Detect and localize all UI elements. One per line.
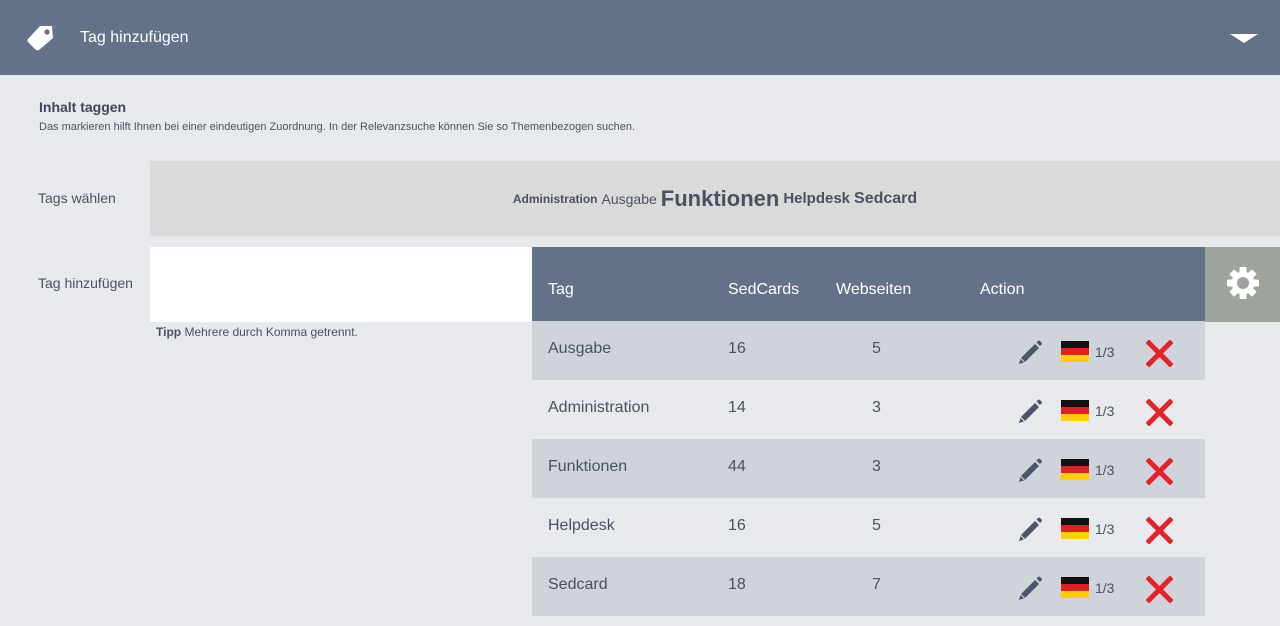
panel-title: Tag hinzufügen xyxy=(80,29,189,46)
cloud-tag-ausgabe[interactable]: Ausgabe xyxy=(602,191,657,207)
delete-x-icon[interactable] xyxy=(1146,458,1173,485)
tip-text: Tipp Mehrere durch Komma getrennt. xyxy=(156,325,358,339)
pencil-icon[interactable] xyxy=(1016,338,1044,366)
table-row: Helpdesk 16 5 1/3 xyxy=(532,498,1205,557)
cell-webseiten: 5 xyxy=(872,517,881,534)
language-count: 1/3 xyxy=(1095,403,1115,419)
settings-button[interactable] xyxy=(1205,247,1280,322)
table-row: Sedcard 18 7 1/3 xyxy=(532,557,1205,616)
pencil-icon[interactable] xyxy=(1016,456,1044,484)
language-count: 1/3 xyxy=(1095,462,1115,478)
section-description: Das markieren hilft Ihnen bei einer eind… xyxy=(39,121,636,133)
table-row: Ausgabe 16 5 1/3 xyxy=(532,321,1205,380)
pencil-icon[interactable] xyxy=(1016,397,1044,425)
cell-tag: Sedcard xyxy=(548,576,608,593)
table-header: Tag SedCards Webseiten Action xyxy=(532,247,1205,321)
table-row: Funktionen 44 3 1/3 xyxy=(532,439,1205,498)
cell-sedcards: 14 xyxy=(728,399,746,416)
col-sedcards-header: SedCards xyxy=(728,281,800,298)
german-flag-icon[interactable] xyxy=(1061,459,1089,480)
add-tag-label: Tag hinzufügen xyxy=(38,275,133,291)
pencil-icon[interactable] xyxy=(1016,515,1044,543)
cell-webseiten: 3 xyxy=(872,399,881,416)
language-count: 1/3 xyxy=(1095,580,1115,596)
cloud-tag-administration[interactable]: Administration xyxy=(513,192,598,206)
section-title: Inhalt taggen xyxy=(39,99,127,115)
cell-sedcards: 44 xyxy=(728,458,746,475)
tip-body: Mehrere durch Komma getrennt. xyxy=(181,325,358,339)
choose-tags-label: Tags wählen xyxy=(38,190,116,206)
cell-sedcards: 18 xyxy=(728,576,746,593)
delete-x-icon[interactable] xyxy=(1146,399,1173,426)
cell-sedcards: 16 xyxy=(728,340,746,357)
panel-header: Tag hinzufügen xyxy=(0,0,1280,75)
german-flag-icon[interactable] xyxy=(1061,341,1089,362)
cell-webseiten: 7 xyxy=(872,576,881,593)
cell-sedcards: 16 xyxy=(728,517,746,534)
cell-tag: Helpdesk xyxy=(548,517,615,534)
german-flag-icon[interactable] xyxy=(1061,518,1089,539)
delete-x-icon[interactable] xyxy=(1146,576,1173,603)
caret-down-icon[interactable] xyxy=(1230,34,1258,43)
cell-tag: Funktionen xyxy=(548,458,628,475)
german-flag-icon[interactable] xyxy=(1061,577,1089,598)
german-flag-icon[interactable] xyxy=(1061,400,1089,421)
cloud-tag-helpdesk[interactable]: Helpdesk xyxy=(783,190,850,207)
language-count: 1/3 xyxy=(1095,344,1115,360)
cell-webseiten: 3 xyxy=(872,458,881,475)
col-tag-header: Tag xyxy=(548,281,574,298)
add-tag-input[interactable] xyxy=(150,247,532,322)
col-action-header: Action xyxy=(980,281,1025,298)
pencil-icon[interactable] xyxy=(1016,574,1044,602)
cell-webseiten: 5 xyxy=(872,340,881,357)
language-count: 1/3 xyxy=(1095,521,1115,537)
cell-tag: Ausgabe xyxy=(548,340,612,357)
gear-icon xyxy=(1227,267,1259,299)
cell-tag: Administration xyxy=(548,399,650,416)
tags-table: Tag SedCards Webseiten Action Ausgabe 16 5… xyxy=(532,247,1205,616)
delete-x-icon[interactable] xyxy=(1146,517,1173,544)
tip-label: Tipp xyxy=(156,325,182,339)
cloud-tag-sedcard[interactable]: Sedcard xyxy=(854,190,917,208)
tag-icon xyxy=(27,26,53,51)
cloud-tag-funktionen[interactable]: Funktionen xyxy=(661,186,780,212)
table-row: Administration 14 3 1/3 xyxy=(532,380,1205,439)
tag-cloud: Administration Ausgabe Funktionen Helpde… xyxy=(150,161,1280,236)
delete-x-icon[interactable] xyxy=(1146,340,1173,367)
col-webseiten-header: Webseiten xyxy=(836,281,912,298)
